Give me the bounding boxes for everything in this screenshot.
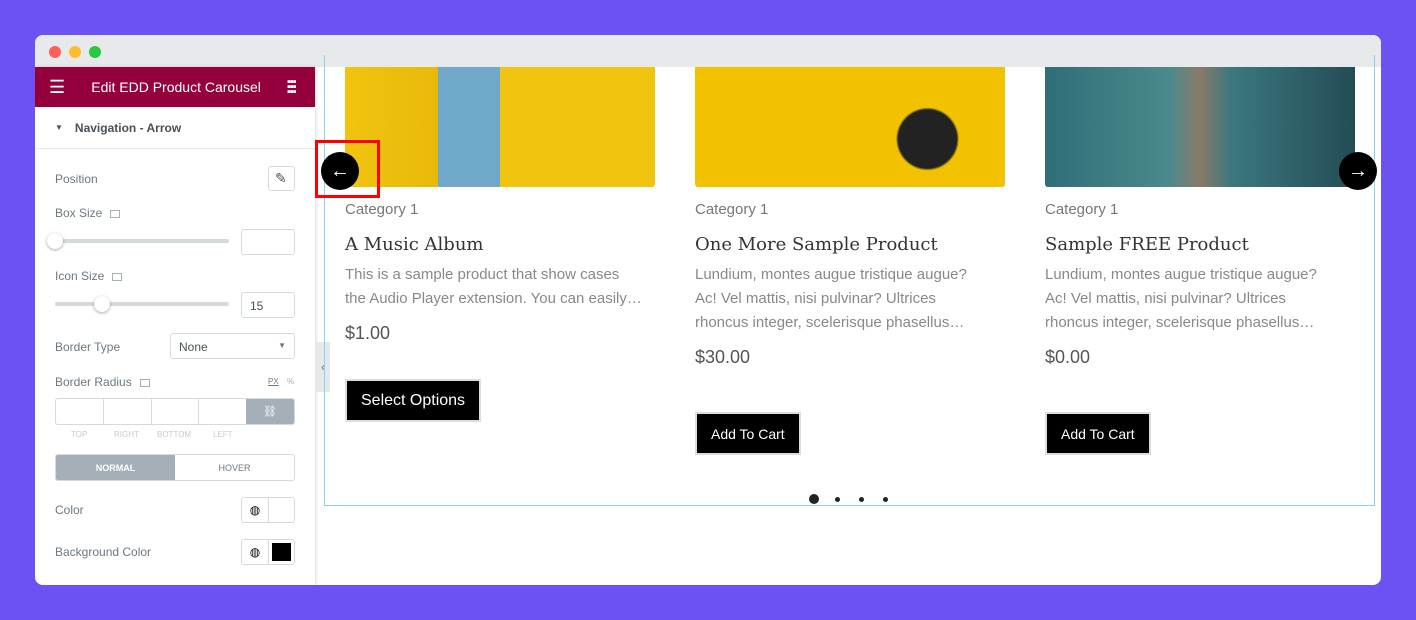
color-label: Color <box>55 503 84 517</box>
border-radius-label: Border Radius <box>55 375 150 389</box>
product-image[interactable] <box>1045 67 1355 187</box>
dim-bottom-label: BOTTOM <box>157 430 192 439</box>
maximize-dot[interactable] <box>89 46 101 58</box>
grid-icon[interactable]: ▪▪▪ ▪▪▪ ▪▪▪ <box>287 76 301 97</box>
select-options-button[interactable]: Select Options <box>345 379 482 422</box>
position-label: Position <box>55 172 98 186</box>
background-color-picker[interactable]: ◍ <box>241 539 295 565</box>
globe-icon[interactable]: ◍ <box>242 498 269 522</box>
pagination-dot[interactable] <box>883 497 888 502</box>
product-category[interactable]: Category 1 <box>1045 201 1355 218</box>
add-to-cart-button[interactable]: Add To Cart <box>695 412 801 455</box>
add-to-cart-button[interactable]: Add To Cart <box>1045 412 1151 455</box>
tab-hover[interactable]: HOVER <box>175 455 294 480</box>
minimize-dot[interactable] <box>69 46 81 58</box>
editor-panel: ☰ Edit EDD Product Carousel ▪▪▪ ▪▪▪ ▪▪▪ ▼ N… <box>35 67 315 585</box>
icon-size-slider[interactable] <box>55 302 229 306</box>
section-title: Navigation - Arrow <box>74 120 182 135</box>
panel-header: ☰ Edit EDD Product Carousel ▪▪▪ ▪▪▪ ▪▪▪ <box>35 67 315 107</box>
panel-title: Edit EDD Product Carousel <box>91 79 261 95</box>
product-image[interactable] <box>695 67 1005 187</box>
product-image[interactable] <box>345 67 655 187</box>
product-category[interactable]: Category 1 <box>345 201 655 218</box>
product-title[interactable]: Sample FREE Product <box>1045 234 1355 255</box>
icon-size-input[interactable]: 15 <box>241 292 295 318</box>
close-dot[interactable] <box>49 46 61 58</box>
arrow-right-icon: → <box>1348 159 1368 182</box>
tab-normal[interactable]: NORMAL <box>56 455 175 480</box>
unit-px[interactable]: PX <box>268 377 279 386</box>
link-icon: ⛓ <box>263 406 277 418</box>
caret-down-icon: ▼ <box>55 123 63 132</box>
background-color-label: Background Color <box>55 545 152 559</box>
unit-percent[interactable]: % <box>287 377 294 386</box>
radius-bottom-input[interactable] <box>152 399 200 424</box>
pagination-dot[interactable] <box>859 497 864 502</box>
highlight-box <box>315 140 380 198</box>
pagination-dot-active[interactable] <box>809 494 819 504</box>
dim-left-label: LEFT <box>213 430 233 439</box>
section-navigation-arrow[interactable]: ▼ Navigation - Arrow <box>35 107 315 149</box>
box-size-label: Box Size <box>55 206 121 220</box>
radius-top-input[interactable] <box>56 399 104 424</box>
dropdown-caret-icon: ▼ <box>278 341 286 350</box>
browser-window: ☰ Edit EDD Product Carousel ▪▪▪ ▪▪▪ ▪▪▪ ▼ N… <box>35 35 1381 585</box>
link-values-button[interactable]: ⛓ <box>246 399 294 424</box>
product-category[interactable]: Category 1 <box>695 201 1005 218</box>
edit-position-button[interactable]: ✎ <box>268 166 295 191</box>
state-tabs: NORMAL HOVER <box>55 454 295 481</box>
pagination-dot[interactable] <box>835 497 840 502</box>
box-size-input[interactable] <box>241 229 295 255</box>
product-description: Lundium, montes augue tristique augue? Ac… <box>695 266 967 331</box>
product-description: Lundium, montes augue tristique augue? Ac… <box>1045 266 1317 331</box>
radius-left-input[interactable] <box>199 399 246 424</box>
icon-size-handle[interactable] <box>94 296 110 312</box>
icon-size-label: Icon Size <box>55 269 123 283</box>
border-type-select[interactable]: None ▼ <box>170 333 295 359</box>
border-type-label: Border Type <box>55 340 121 354</box>
product-title[interactable]: One More Sample Product <box>695 234 1005 255</box>
product-card: Category 1 One More Sample Product Lundi… <box>695 67 1005 368</box>
radius-right-input[interactable] <box>104 399 152 424</box>
color-picker[interactable]: ◍ <box>241 497 295 523</box>
box-size-handle[interactable] <box>47 233 63 249</box>
product-price: $30.00 <box>695 347 751 367</box>
pencil-icon: ✎ <box>275 170 287 186</box>
product-description: This is a sample product that show cases… <box>345 266 642 307</box>
dim-right-label: RIGHT <box>114 430 139 439</box>
globe-icon[interactable]: ◍ <box>242 540 269 564</box>
monitor-icon <box>112 272 123 281</box>
product-price: $0.00 <box>1045 347 1091 367</box>
monitor-icon <box>139 378 150 387</box>
border-radius-inputs: ⛓ <box>55 398 295 425</box>
product-card: Category 1 A Music Album This is a sampl… <box>345 67 655 344</box>
product-card: Category 1 Sample FREE Product Lundium, … <box>1045 67 1355 368</box>
product-price: $1.00 <box>345 323 391 343</box>
next-arrow-button[interactable]: → <box>1339 152 1377 190</box>
dim-top-label: TOP <box>71 430 88 439</box>
monitor-icon <box>110 209 121 218</box>
box-size-slider[interactable] <box>55 239 229 243</box>
product-title[interactable]: A Music Album <box>345 234 655 255</box>
color-swatch[interactable] <box>272 543 291 561</box>
menu-icon[interactable]: ☰ <box>49 77 65 98</box>
